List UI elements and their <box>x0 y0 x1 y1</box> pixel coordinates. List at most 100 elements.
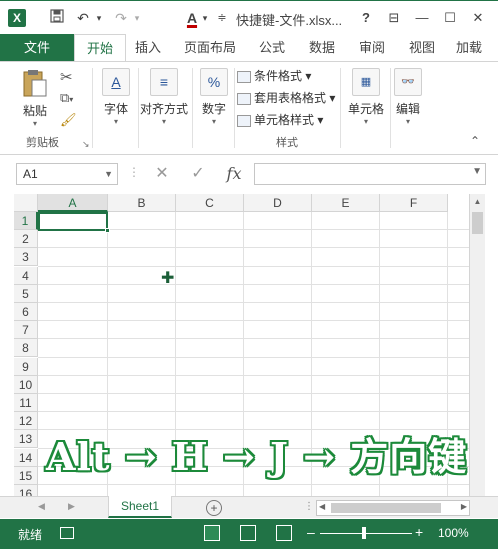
row-header-5[interactable]: 5 <box>14 284 38 303</box>
clipboard-icon <box>22 68 48 98</box>
close-button[interactable]: ✕ <box>468 9 488 27</box>
cancel-formula-button[interactable]: ✕ <box>150 163 174 185</box>
clipboard-launcher-icon[interactable]: ↘ <box>82 139 90 150</box>
save-icon[interactable] <box>48 9 66 27</box>
row-header-8[interactable]: 8 <box>14 339 38 358</box>
enter-formula-button[interactable]: ✓ <box>186 163 210 185</box>
column-header-c[interactable]: C <box>176 194 244 212</box>
collapse-ribbon-icon[interactable]: ⌃ <box>470 134 480 148</box>
normal-view-icon[interactable] <box>204 525 220 541</box>
row-header-13[interactable]: 13 <box>14 430 38 449</box>
conditional-format-button[interactable]: 条件格式 ▾ <box>237 66 311 86</box>
font-color-dropdown-icon[interactable]: ▾ <box>200 9 210 27</box>
copy-icon[interactable]: ⧉▾ <box>60 90 73 106</box>
cell-styles-button[interactable]: 单元格样式 ▾ <box>237 110 323 130</box>
column-header-a[interactable]: A <box>38 194 108 212</box>
editing-button[interactable]: 👓 编辑 ▾ <box>388 66 428 128</box>
insert-function-button[interactable]: fx <box>222 163 246 185</box>
name-box[interactable]: A1 ▼ <box>16 163 118 185</box>
add-sheet-button[interactable]: + <box>206 500 222 516</box>
select-all-corner[interactable] <box>14 194 38 212</box>
zoom-out-button[interactable]: – <box>307 524 315 540</box>
row-header-12[interactable]: 12 <box>14 412 38 431</box>
tab-sheet1[interactable]: Sheet1 <box>108 496 172 518</box>
ribbon-display-options-button[interactable]: ⊟ <box>384 9 404 27</box>
row-header-15[interactable]: 15 <box>14 466 38 485</box>
row-header-2[interactable]: 2 <box>14 230 38 249</box>
undo-button[interactable]: ↶ <box>74 9 92 27</box>
cells-dropdown-icon: ▾ <box>363 117 368 126</box>
cut-icon[interactable]: ✂ <box>60 68 73 86</box>
sheet-nav-next-icon[interactable]: ▶ <box>68 501 75 512</box>
styles-group-label: 样式 <box>276 137 298 149</box>
cell-styles-label: 单元格样式 ▾ <box>254 113 324 127</box>
alignment-button[interactable]: ≡ 对齐方式 ▾ <box>140 66 188 128</box>
vertical-scroll-thumb[interactable] <box>472 212 483 234</box>
tab-review[interactable]: 审阅 <box>352 34 392 62</box>
name-box-dropdown-icon[interactable]: ▼ <box>104 164 113 184</box>
format-as-table-button[interactable]: 套用表格格式 ▾ <box>237 88 335 108</box>
row-header-3[interactable]: 3 <box>14 248 38 267</box>
zoom-slider-track[interactable] <box>320 533 412 534</box>
font-color-button[interactable]: A <box>184 9 200 27</box>
row-header-10[interactable]: 10 <box>14 375 38 394</box>
macro-recording-icon[interactable] <box>60 527 74 539</box>
format-painter-icon[interactable]: 🖌 <box>60 112 77 128</box>
grid-row-line <box>38 338 469 340</box>
column-header-d[interactable]: D <box>244 194 312 212</box>
row-header-7[interactable]: 7 <box>14 321 38 340</box>
clipboard-group-label: 剪贴板 <box>26 137 59 149</box>
zoom-slider-thumb[interactable] <box>362 527 366 539</box>
fill-handle[interactable] <box>105 228 110 233</box>
tab-insert[interactable]: 插入 <box>128 34 168 62</box>
paste-dropdown-icon[interactable]: ▾ <box>14 119 56 128</box>
name-box-value: A1 <box>23 167 38 181</box>
row-header-14[interactable]: 14 <box>14 448 38 467</box>
page-break-view-icon[interactable] <box>276 525 292 541</box>
row-header-6[interactable]: 6 <box>14 303 38 321</box>
row-header-4[interactable]: 4 <box>14 266 38 285</box>
grid-row-line <box>38 393 469 394</box>
help-button[interactable]: ? <box>356 9 376 27</box>
tab-home[interactable]: 开始 <box>74 34 126 62</box>
row-header-11[interactable]: 11 <box>14 394 38 412</box>
zoom-in-button[interactable]: + <box>415 524 423 540</box>
row-header-9[interactable]: 9 <box>14 357 38 376</box>
sheet-nav-prev-icon[interactable]: ◀ <box>38 501 45 512</box>
zoom-level[interactable]: 100% <box>438 526 469 540</box>
row-header-1[interactable]: 1 <box>14 212 38 230</box>
page-layout-view-icon[interactable] <box>240 525 256 541</box>
ribbon-separator <box>92 68 93 148</box>
font-button[interactable]: A 字体 ▾ <box>96 66 136 128</box>
scroll-up-icon[interactable]: ▲ <box>470 194 485 210</box>
tab-addins[interactable]: 加载 <box>456 34 498 62</box>
editing-label: 编辑 <box>395 102 420 116</box>
scrollbar-split-icon[interactable]: ⋮ <box>304 501 314 512</box>
paste-button[interactable]: 粘贴 ▾ <box>14 66 56 128</box>
cells-button[interactable]: ▦ 单元格 ▾ <box>344 66 388 128</box>
expand-formula-bar-icon[interactable]: ▼ <box>472 166 482 177</box>
formula-input[interactable]: ▼ <box>254 163 486 185</box>
undo-dropdown-icon[interactable]: ▾ <box>94 9 104 27</box>
column-header-f[interactable]: F <box>380 194 448 212</box>
active-cell-selection[interactable] <box>38 212 110 233</box>
number-button[interactable]: % 数字 ▾ <box>194 66 234 128</box>
tab-page-layout[interactable]: 页面布局 <box>178 34 242 62</box>
tab-view[interactable]: 视图 <box>402 34 442 62</box>
grid-row-line <box>38 374 469 376</box>
column-header-e[interactable]: E <box>312 194 380 212</box>
row-header-16[interactable]: 16 <box>14 485 38 496</box>
scroll-left-icon[interactable]: ◀ <box>319 502 325 511</box>
column-header-b[interactable]: B <box>108 194 176 212</box>
horizontal-scrollbar[interactable]: ◀ ▶ <box>316 500 470 516</box>
horizontal-scroll-thumb[interactable] <box>331 503 441 513</box>
tab-data[interactable]: 数据 <box>302 34 342 62</box>
tab-formulas[interactable]: 公式 <box>252 34 292 62</box>
redo-dropdown-icon[interactable]: ▾ <box>132 9 142 27</box>
redo-button[interactable]: ↷ <box>112 9 130 27</box>
customize-quick-access-icon[interactable]: ≑ <box>216 9 228 27</box>
scroll-right-icon[interactable]: ▶ <box>461 502 467 511</box>
maximize-button[interactable]: ☐ <box>440 9 460 27</box>
minimize-button[interactable]: — <box>412 9 432 27</box>
tab-file[interactable]: 文件 <box>0 34 74 62</box>
